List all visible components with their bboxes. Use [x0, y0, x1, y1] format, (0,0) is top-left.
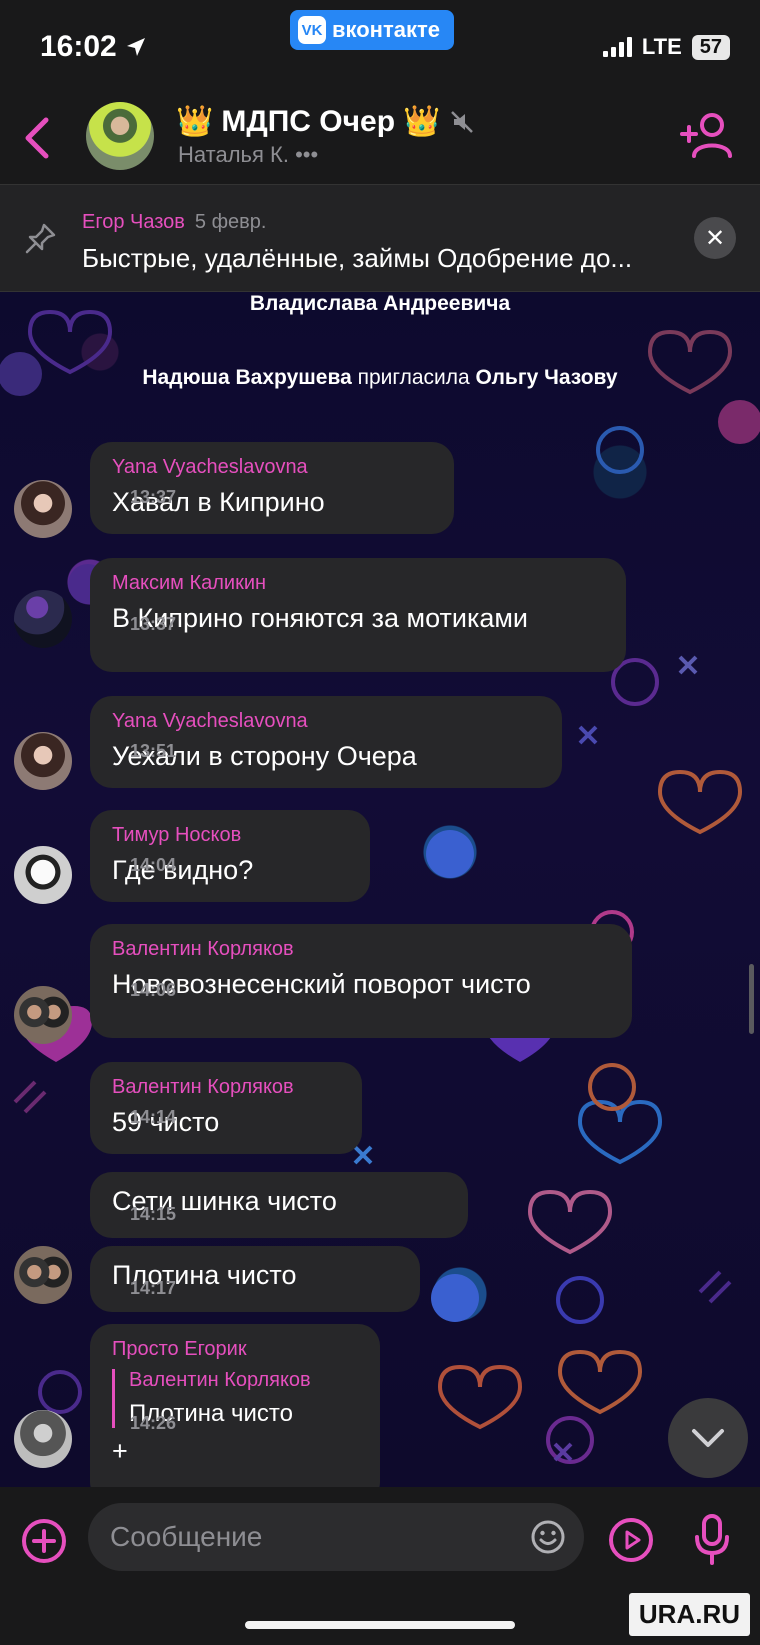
pin-icon: [25, 223, 56, 254]
chat-subtitle: Наталья К. •••: [178, 142, 319, 167]
crown-emoji-icon: 👑: [403, 105, 441, 138]
chat-title[interactable]: 👑 МДПС Очер 👑: [176, 104, 476, 139]
message-bubble[interactable]: Yana Vyacheslavovna Хавал в Киприно 13:3…: [90, 442, 454, 534]
message-input[interactable]: [110, 1503, 510, 1571]
signal-icon: [602, 37, 632, 57]
watermark-logo: URA.RU: [628, 1593, 750, 1636]
play-icon[interactable]: [608, 1517, 654, 1563]
vk-logo-icon: VK: [298, 16, 326, 44]
vk-badge-label: вконтакте: [332, 17, 441, 42]
message-time: 14:15: [130, 1203, 177, 1224]
status-indicators: LTE 57: [602, 34, 730, 60]
pinned-author: Егор Чазов 5 февр.: [82, 211, 266, 234]
message-bubble[interactable]: Сети шинка чисто 14:15: [90, 1172, 468, 1238]
message-bubble[interactable]: Yana Vyacheslavovna Уехали в сторону Оче…: [90, 696, 562, 788]
chat-avatar[interactable]: [86, 102, 154, 170]
vk-app-badge[interactable]: VK вконтакте: [290, 10, 455, 50]
system-target: Ольгу Чазову: [475, 366, 618, 389]
avatar[interactable]: [14, 732, 72, 790]
add-member-icon[interactable]: [678, 112, 734, 158]
message-bubble[interactable]: Тимур Носков Где видно? 14:04: [90, 810, 370, 902]
pinned-author-name: Егор Чазов: [82, 211, 185, 233]
message-bubble[interactable]: Валентин Корляков Нововознесенский повор…: [90, 924, 632, 1038]
message-composer: URA.RU: [0, 1487, 760, 1645]
message-time: 13:51: [130, 740, 177, 761]
message-bubble[interactable]: Максим Каликин В Киприно гоняются за мот…: [90, 558, 626, 672]
system-message: Владислава Андреевича: [0, 292, 760, 316]
message-time: 13:37: [130, 613, 177, 634]
system-actor: Надюша Вахрушева: [142, 366, 352, 389]
scrollbar[interactable]: [749, 964, 754, 1034]
back-arrow-icon[interactable]: [18, 114, 58, 162]
clock: 16:02: [40, 30, 117, 63]
message-bubble[interactable]: Плотина чисто 14:17: [90, 1246, 420, 1312]
home-indicator[interactable]: [245, 1621, 515, 1629]
avatar[interactable]: [14, 1246, 72, 1304]
message-field[interactable]: [88, 1503, 584, 1571]
system-message-invite: Надюша Вахрушева пригласила Ольгу Чазову: [0, 366, 760, 390]
message-time: 14:06: [130, 979, 177, 1000]
system-verb: пригласила: [357, 366, 470, 389]
chat-title-text: МДПС Очер: [221, 104, 396, 138]
chevron-down-icon: [692, 1429, 724, 1447]
pinned-text: Быстрые, удалённые, займы Одобрение до..…: [82, 243, 633, 273]
system-text: Владислава Андреевича: [249, 292, 511, 315]
message-time: 14:26: [130, 1412, 177, 1433]
close-icon[interactable]: ✕: [694, 217, 736, 259]
pinned-message[interactable]: Егор Чазов 5 февр. Быстрые, удалённые, за…: [0, 184, 760, 292]
message-bubble[interactable]: Просто Егорик Валентин Корляков Плотина …: [90, 1324, 380, 1487]
message-time: 14:04: [130, 854, 177, 875]
status-bar: 16:02 VK вконтакте LTE 57: [0, 0, 760, 96]
avatar[interactable]: [14, 986, 72, 1044]
avatar[interactable]: [14, 480, 72, 538]
message-time: 14:14: [130, 1106, 177, 1127]
battery-icon: 57: [691, 34, 730, 60]
emoji-icon[interactable]: [530, 1519, 566, 1555]
message-text: +: [112, 1436, 128, 1466]
location-arrow-icon: [126, 38, 145, 56]
network-type: LTE: [641, 34, 682, 59]
avatar[interactable]: [14, 1410, 72, 1468]
chat-area[interactable]: Владислава Андреевича Надюша Вахрушева п…: [0, 292, 760, 1487]
avatar[interactable]: [14, 846, 72, 904]
message-time: 14:17: [130, 1277, 177, 1298]
attach-plus-icon[interactable]: [20, 1517, 68, 1565]
avatar[interactable]: [14, 590, 72, 648]
pinned-date: 5 февр.: [194, 211, 267, 233]
status-time: 16:02: [40, 30, 147, 64]
muted-icon: [451, 110, 474, 133]
scroll-down-button[interactable]: [668, 1398, 748, 1478]
crown-emoji-icon: 👑: [176, 105, 214, 138]
microphone-icon[interactable]: [692, 1513, 732, 1567]
message-bubble[interactable]: Валентин Корляков 59 чисто 14:14: [90, 1062, 362, 1154]
chat-header: 👑 МДПС Очер 👑 Наталья К. •••: [0, 96, 760, 184]
message-time: 13:37: [130, 486, 177, 507]
